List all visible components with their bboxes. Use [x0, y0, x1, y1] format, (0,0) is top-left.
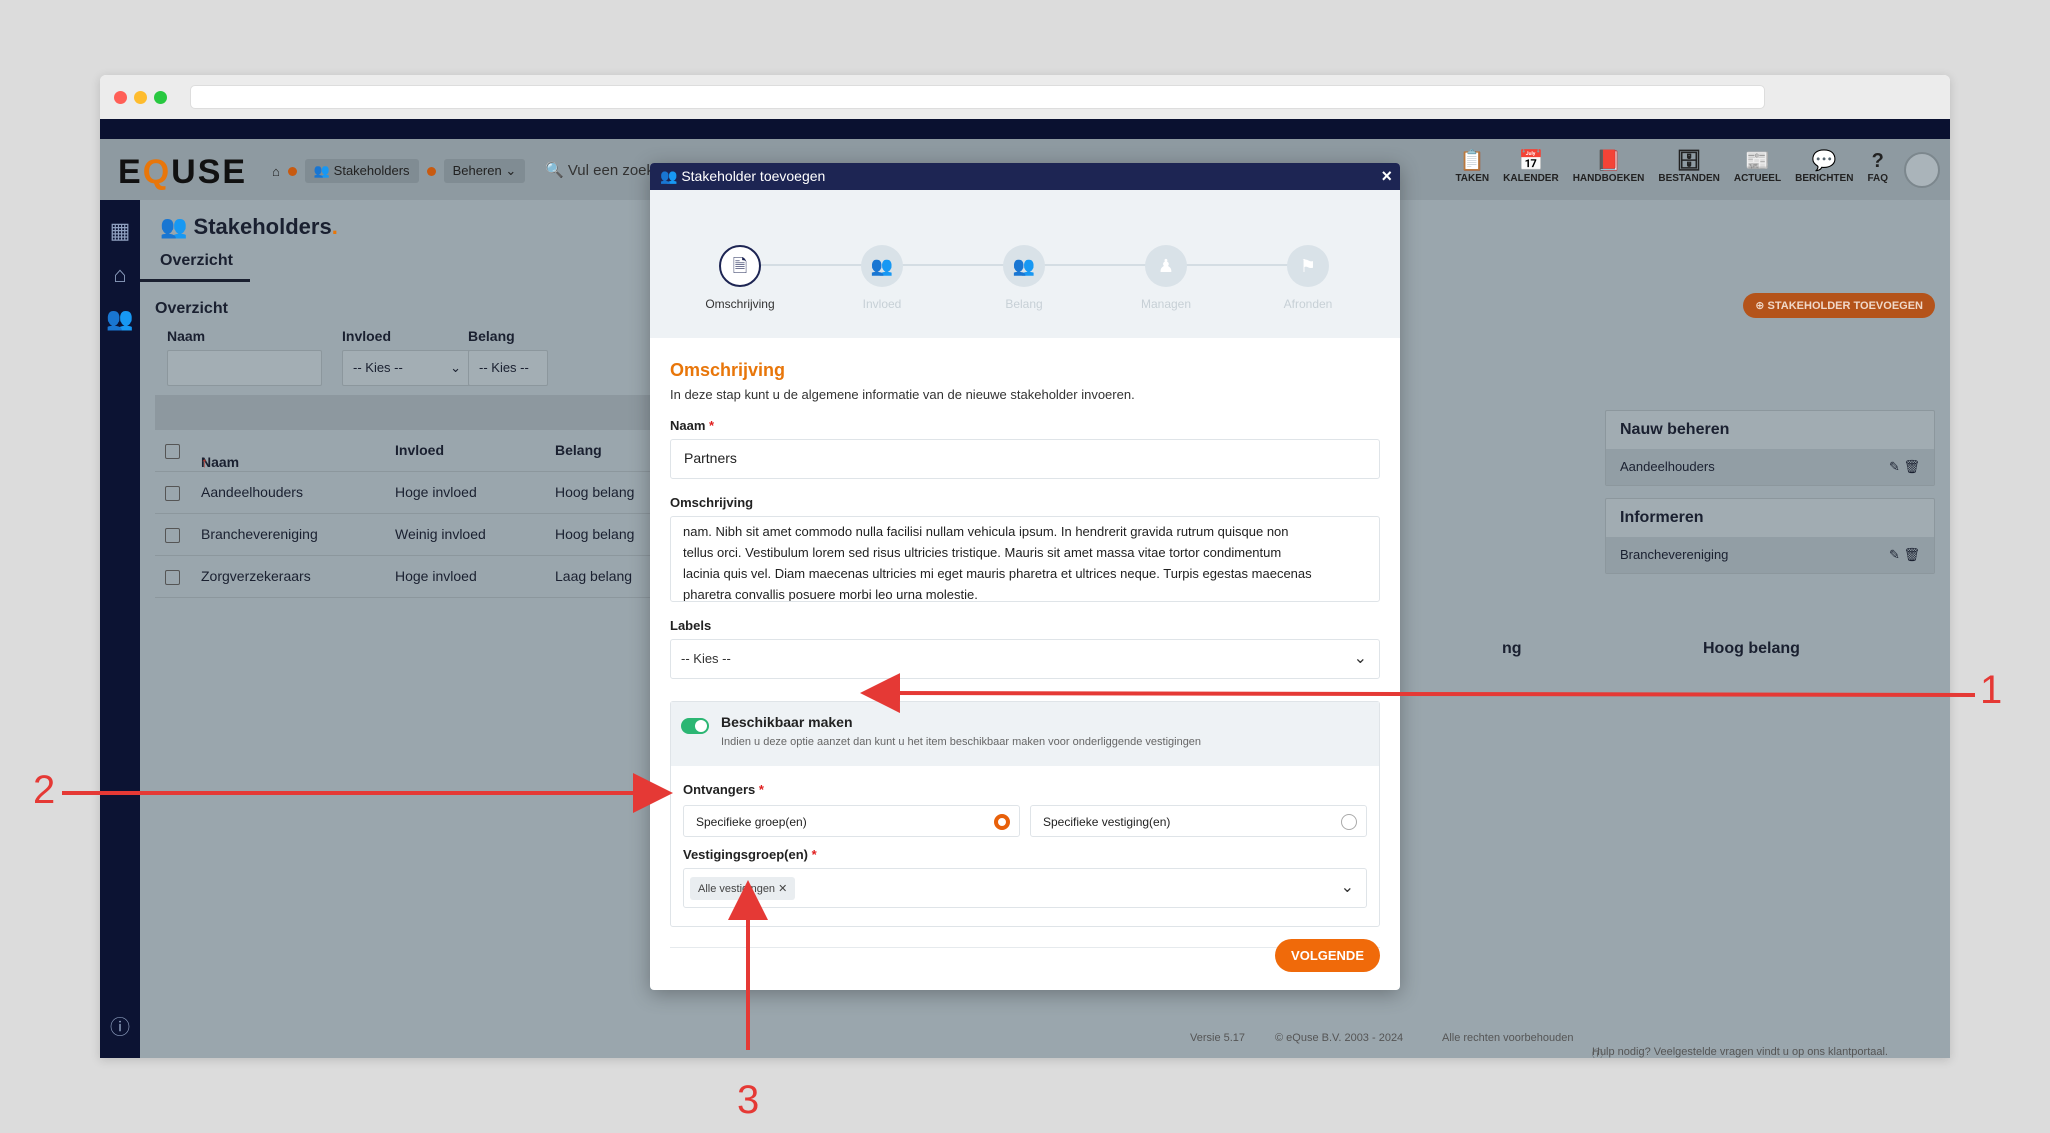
- annotation-label-1: 1: [1980, 668, 2003, 712]
- annotation-arrows: [62, 673, 1976, 1050]
- arrow-1: [860, 673, 1976, 714]
- annotation-label-3: 3: [737, 1078, 760, 1122]
- annotation-label-2: 2: [33, 768, 56, 812]
